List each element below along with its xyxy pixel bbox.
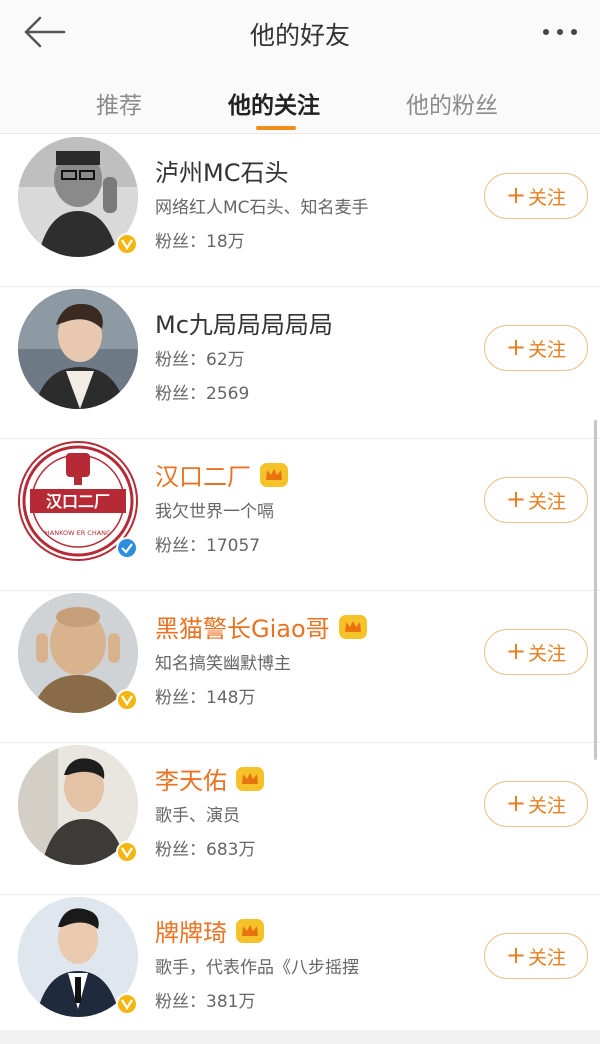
crown-icon (235, 766, 265, 792)
tab-following[interactable]: 他的关注 (228, 86, 320, 120)
follow-button[interactable]: + 关注 (484, 781, 588, 827)
list-item[interactable]: 汉口二厂 HANKOW ER CHANG 汉口二厂 我欠世界一个嗝 粉丝：170… (0, 439, 600, 591)
user-name[interactable]: 李天佑 (155, 761, 265, 796)
list-item[interactable]: 泸州MC石头 网络红人MC石头、知名麦手 粉丝：18万 + 关注 (0, 135, 600, 287)
follow-button[interactable]: + 关注 (484, 173, 588, 219)
tab-recommend[interactable]: 推荐 (96, 86, 142, 120)
crown-icon (259, 462, 289, 488)
logo-subtext: HANKOW ER CHANG (45, 529, 111, 537)
plus-icon: + (505, 181, 527, 209)
user-name[interactable]: 牌牌琦 (155, 913, 265, 948)
more-dots-icon[interactable] (534, 14, 586, 50)
fan-count: 粉丝：18万 (155, 232, 245, 252)
active-tab-indicator (256, 126, 296, 130)
list-item[interactable]: 李天佑 歌手、演员 粉丝：683万 + 关注 (0, 743, 600, 895)
list-item[interactable]: 牌牌琦 歌手，代表作品《八步摇摆 粉丝：381万 + 关注 (0, 895, 600, 1044)
bottom-strip (0, 1030, 600, 1044)
logo-text: 汉口二厂 (46, 492, 110, 511)
follow-button[interactable]: + 关注 (484, 629, 588, 675)
user-bio: 歌手、演员 (155, 806, 240, 826)
follow-button[interactable]: + 关注 (484, 325, 588, 371)
crown-icon (235, 918, 265, 944)
plus-icon: + (505, 637, 527, 665)
user-name[interactable]: Mc九局局局局局 (155, 305, 333, 340)
page-title: 他的好友 (249, 21, 350, 50)
verified-badge-icon (116, 233, 138, 255)
user-name[interactable]: 黑猫警长Giao哥 (155, 609, 368, 644)
user-bio: 网络红人MC石头、知名麦手 (155, 198, 369, 218)
verified-badge-icon (116, 689, 138, 711)
list-item[interactable]: 黑猫警长Giao哥 知名搞笑幽默博主 粉丝：148万 + 关注 (0, 591, 600, 743)
plus-icon: + (505, 789, 527, 817)
user-bio: 知名搞笑幽默博主 (155, 654, 291, 674)
follow-button[interactable]: + 关注 (484, 477, 588, 523)
plus-icon: + (505, 941, 527, 969)
user-bio: 粉丝：62万 (155, 350, 245, 370)
avatar[interactable] (18, 289, 138, 409)
user-bio: 我欠世界一个嗝 (155, 502, 274, 522)
fan-count: 粉丝：148万 (155, 688, 256, 708)
fan-count: 粉丝：17057 (155, 536, 261, 556)
verified-badge-icon (116, 993, 138, 1015)
user-bio: 歌手，代表作品《八步摇摆 (155, 958, 359, 978)
verified-badge-icon (116, 537, 138, 559)
scrollbar[interactable] (594, 420, 597, 760)
user-name[interactable]: 泸州MC石头 (155, 153, 288, 188)
top-bar: 他的好友 (0, 0, 600, 64)
crown-icon (338, 614, 368, 640)
user-name[interactable]: 汉口二厂 (155, 457, 289, 492)
fan-count: 粉丝：683万 (155, 840, 256, 860)
follow-button[interactable]: + 关注 (484, 933, 588, 979)
plus-icon: + (505, 485, 527, 513)
tab-fans[interactable]: 他的粉丝 (406, 86, 498, 120)
fan-count: 粉丝：2569 (155, 384, 250, 404)
plus-icon: + (505, 333, 527, 361)
fan-count: 粉丝：381万 (155, 992, 256, 1012)
list-item[interactable]: Mc九局局局局局 粉丝：62万 粉丝：2569 + 关注 (0, 287, 600, 439)
tab-bar: 推荐 他的关注 他的粉丝 (0, 64, 600, 134)
verified-badge-icon (116, 841, 138, 863)
